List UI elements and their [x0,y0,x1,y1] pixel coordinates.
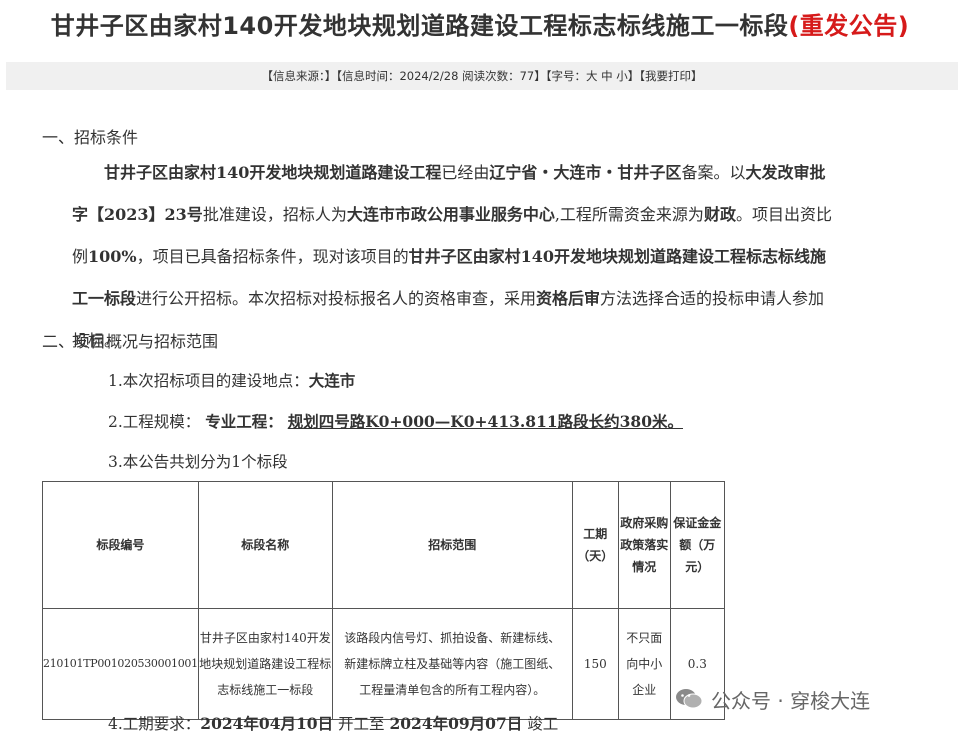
table-header: 保证金金额（万元） [669,481,725,609]
table-header: 招标范围 [331,481,573,609]
watermark-text: 公众号 · 穿梭大连 [711,688,871,713]
info-time: 【信息时间：2024/2/28 阅读次数：77】 [336,69,546,83]
table-row: 210101TP001020530001001 甘井子区由家村140开发地块规划… [42,608,725,720]
table-header: 政府采购政策落实情况 [617,481,671,609]
item-schedule: 4.工期要求：2024年04月10日 开工至 2024年09月07日 竣工 [108,714,559,733]
item-scale: 2.工程规模： 专业工程： 规划四号路K0+000—K0+413.811路段长约… [108,412,683,431]
table-header: 标段名称 [197,481,333,609]
section-2-heading: 二、项目概况与招标范围 [42,332,219,351]
procurement-policy: 不只面向中小企业 [617,608,671,720]
table-header: 标段编号 [42,481,199,609]
item-location: 1.本次招标项目的建设地点：大连市 [108,371,356,390]
bid-section-table: 标段编号 标段名称 招标范围 工期（天） 政府采购政策落实情况 保证金金额（万元… [42,481,725,720]
section-code: 210101TP001020530001001 [42,608,199,720]
table-header: 工期（天） [571,481,619,609]
print-link[interactable]: 【我要打印】 [639,69,702,83]
info-bar: 【信息来源：】【信息时间：2024/2/28 阅读次数：77】【字号：大 中 小… [6,62,958,90]
section-name: 甘井子区由家村140开发地块规划道路建设工程标志标线施工一标段 [197,608,333,720]
font-size-end: 】 [627,69,640,83]
duration-days: 150 [571,608,619,720]
section-scope: 该路段内信号灯、抓拍设备、新建标线、新建标牌立柱及基础等内容（施工图纸、工程量清… [331,608,573,720]
page-title: 甘井子区由家村140开发地块规划道路建设工程标志标线施工一标段(重发公告) [0,6,960,41]
watermark: 公众号 · 穿梭大连 [675,684,870,714]
table-header-row: 标段编号 标段名称 招标范围 工期（天） 政府采购政策落实情况 保证金金额（万元… [42,481,725,609]
font-small-link[interactable]: 小 [616,69,628,83]
info-source: 【信息来源：】 [261,69,337,83]
font-large-link[interactable]: 大 [586,69,598,83]
section-1-heading: 一、招标条件 [42,128,139,147]
title-main: 甘井子区由家村140开发地块规划道路建设工程标志标线施工一标段 [50,12,789,40]
wechat-icon [676,689,703,709]
item-section-count: 3.本公告共划分为1个标段 [108,453,288,471]
font-size-label: 【字号： [545,69,586,83]
title-reissue-tag: (重发公告) [788,12,910,40]
font-medium-link[interactable]: 中 [601,69,613,83]
